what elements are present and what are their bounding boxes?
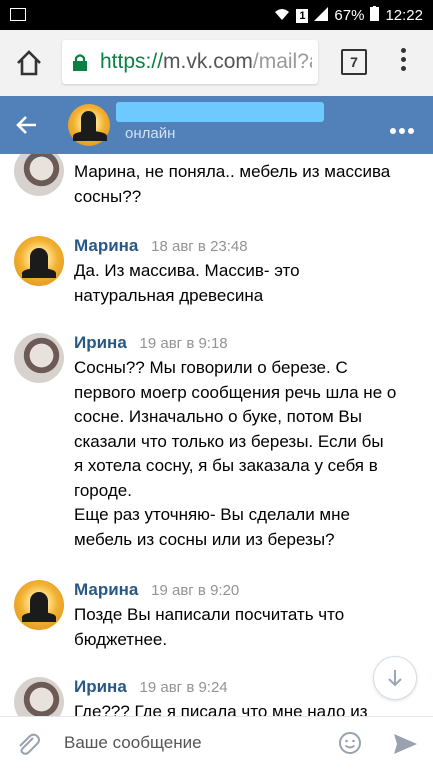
message-list: Марина, не поняла.. мебель из массива со…	[0, 154, 433, 716]
message-input[interactable]: Ваше сообщение	[64, 733, 202, 753]
avatar[interactable]	[14, 580, 64, 630]
message-time: 19 авг в 9:24	[139, 679, 228, 696]
status-indicators: 1 67% 12:22	[274, 6, 423, 25]
message-line: городе.	[74, 480, 132, 500]
avatar[interactable]	[14, 677, 64, 716]
message-text: Да. Из массива. Массив- это натуральная …	[74, 259, 422, 308]
message-line: я хотела сосну, я бы заказала у себя в	[74, 456, 378, 475]
message-line: сосны??	[74, 186, 142, 206]
lock-icon	[72, 53, 88, 71]
status-bar: 1 67% 12:22	[0, 0, 433, 30]
chat-title-redacted	[116, 102, 324, 122]
message-time: 18 авг в 23:48	[151, 238, 248, 255]
message-line: Где??? Где я писала что мне надо из	[74, 702, 368, 716]
message-header: Ирина 19 авг в 9:24	[74, 677, 228, 697]
message-text: Где??? Где я писала что мне надо из	[74, 700, 422, 716]
message-header: Марина 19 авг в 9:20	[74, 580, 239, 600]
message-line: натуральная древесина	[74, 285, 264, 305]
avatar[interactable]	[14, 333, 64, 383]
message-line: мебель из сосны или из березы?	[74, 529, 335, 549]
url-path: /mail?a	[252, 50, 312, 73]
message-header: Марина 18 авг в 23:48	[74, 236, 248, 256]
avatar[interactable]	[14, 154, 64, 196]
url-text: https://m.vk.com/mail?a	[100, 50, 312, 74]
more-options-icon[interactable]	[390, 121, 420, 134]
message-author[interactable]: Марина	[74, 236, 138, 255]
message-header: Ирина 19 авг в 9:18	[74, 333, 228, 353]
message-line: Позде Вы написали посчитать что	[74, 605, 345, 624]
message-line: бюджетнее.	[74, 629, 168, 649]
arrow-down-icon	[388, 670, 402, 687]
back-arrow-icon[interactable]	[14, 112, 40, 138]
overflow-menu-icon[interactable]	[398, 48, 408, 78]
chat-avatar[interactable]	[68, 104, 110, 146]
message-text: Сосны?? Мы говорили о березе. С первого …	[74, 356, 422, 552]
message-author[interactable]: Ирина	[74, 333, 127, 352]
url-host: m.vk.com	[163, 50, 253, 73]
message-line: Сосны?? Мы говорили о березе. С	[74, 358, 348, 377]
message-text: Позде Вы написали посчитать что бюджетне…	[74, 603, 422, 652]
online-status: онлайн	[125, 125, 176, 142]
smile-icon[interactable]	[338, 731, 362, 755]
battery-icon	[370, 6, 380, 25]
message-text: Марина, не поняла.. мебель из массива со…	[74, 160, 422, 209]
message-author[interactable]: Марина	[74, 580, 138, 599]
url-field[interactable]: https://m.vk.com/mail?a	[62, 40, 318, 84]
signal-icon	[314, 6, 329, 25]
battery-percent: 67%	[334, 7, 365, 24]
home-icon[interactable]	[14, 49, 44, 77]
sim-badge: 1	[296, 8, 309, 23]
send-icon[interactable]	[392, 732, 418, 756]
chat-header: онлайн	[0, 96, 433, 154]
clock: 12:22	[385, 7, 423, 24]
message-author[interactable]: Ирина	[74, 677, 127, 696]
avatar[interactable]	[14, 236, 64, 286]
message-time: 19 авг в 9:18	[139, 335, 228, 352]
message-line: сказали что только из березы. Если бы	[74, 431, 384, 451]
message-line: Марина, не поняла.. мебель из массива	[74, 162, 391, 181]
message-line: Еще раз уточняю- Вы сделали мне	[74, 505, 350, 524]
message-line: Да. Из массива. Массив- это	[74, 261, 300, 280]
browser-toolbar: https://m.vk.com/mail?a 7	[0, 30, 433, 96]
message-line: первого моегр сообщения речь шла не о	[74, 382, 397, 402]
message-composer: Ваше сообщение	[0, 716, 433, 771]
gallery-notification-icon	[10, 8, 26, 21]
paperclip-icon[interactable]	[14, 730, 42, 758]
message-line: сосне. Изначально о буке, потом Вы	[74, 407, 362, 426]
tabs-button[interactable]: 7	[341, 49, 367, 75]
scroll-to-bottom-button[interactable]	[373, 656, 417, 700]
url-scheme: https://	[100, 50, 164, 73]
wifi-icon	[274, 7, 290, 25]
message-time: 19 авг в 9:20	[151, 582, 240, 599]
